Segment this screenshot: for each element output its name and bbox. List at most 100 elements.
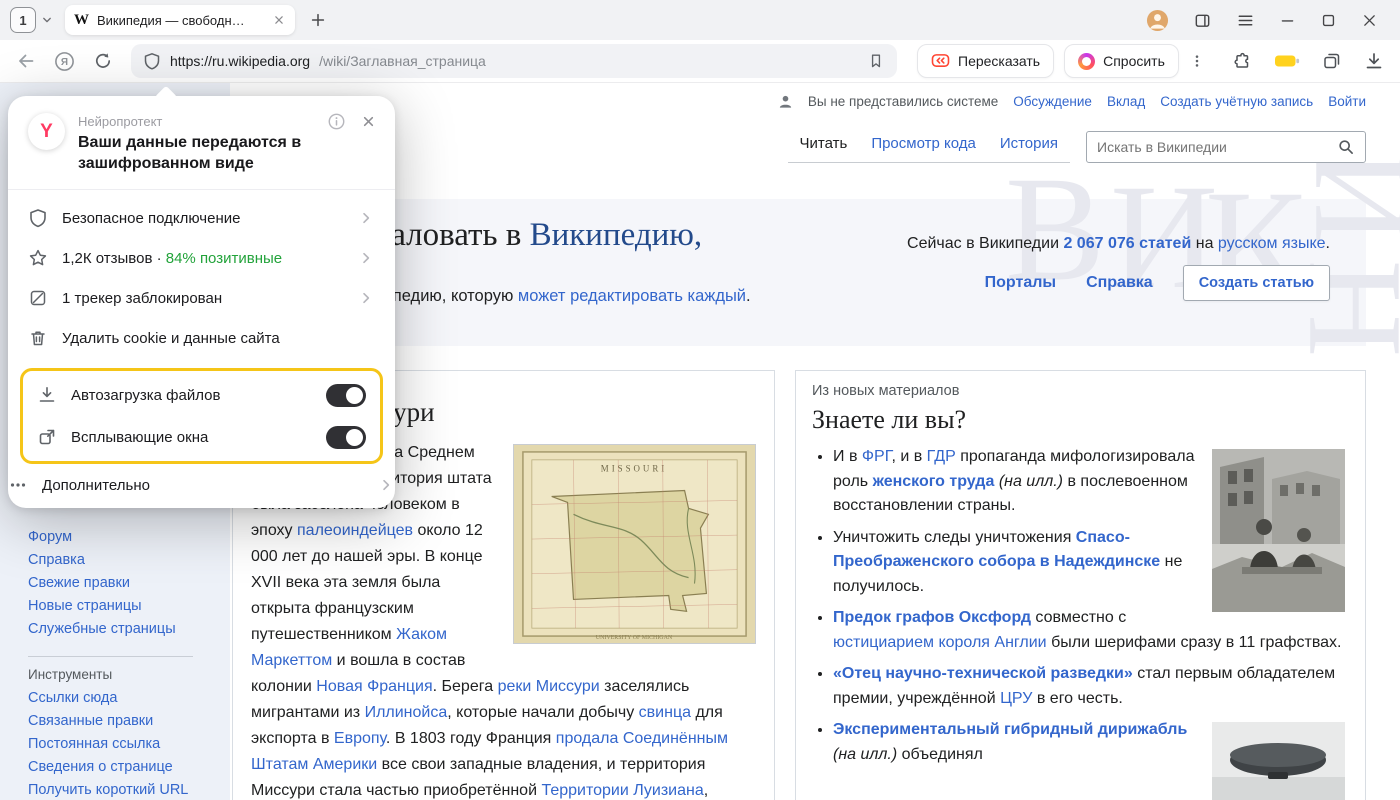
download-icon: [37, 385, 57, 405]
wikipedia-favicon: W: [74, 12, 89, 29]
auto-download-row[interactable]: Автозагрузка файлов: [23, 374, 380, 416]
chevron-down-icon[interactable]: [39, 12, 55, 28]
dyk-item-text: Экспериментальный гибридный дирижабль (н…: [833, 721, 1187, 763]
wiki-link[interactable]: Европу: [334, 730, 386, 747]
wiki-link[interactable]: Иллинойса: [365, 704, 448, 721]
tab-close-icon[interactable]: [272, 13, 286, 27]
sidebar-item-permanent-link[interactable]: Постоянная ссылка: [28, 736, 193, 752]
sidebar-item-page-info[interactable]: Сведения о странице: [28, 759, 193, 775]
tab-read[interactable]: Читать: [788, 129, 860, 162]
text-run: совместно с: [1031, 609, 1126, 626]
text-run: . В 1803 году Франция: [386, 730, 556, 747]
create-article-button[interactable]: Создать статью: [1183, 265, 1330, 301]
create-account-link[interactable]: Создать учётную запись: [1160, 94, 1313, 109]
popup-windows-toggle[interactable]: [326, 426, 366, 449]
retell-button[interactable]: Пересказать: [917, 44, 1054, 78]
sidebar-item-short-url[interactable]: Получить короткий URL: [28, 782, 193, 798]
tab-history[interactable]: История: [988, 129, 1070, 162]
battery-icon[interactable]: [1274, 53, 1300, 69]
contributions-link[interactable]: Вклад: [1107, 94, 1145, 109]
help-link[interactable]: Справка: [1086, 274, 1153, 292]
bookmark-icon[interactable]: [867, 52, 885, 70]
sidebar-item-what-links-here[interactable]: Ссылки сюда: [28, 690, 193, 706]
extensions-icon[interactable]: [1232, 51, 1252, 71]
menu-icon[interactable]: [1236, 11, 1255, 30]
sidebar-item-forum[interactable]: Форум: [28, 529, 193, 545]
text-run: И в: [833, 448, 862, 465]
dyk-photo-rubble: [1212, 449, 1345, 612]
protect-shield-icon[interactable]: [143, 52, 161, 70]
wiki-link[interactable]: свинца: [639, 704, 691, 721]
refresh-icon[interactable]: [93, 51, 113, 71]
downloads-icon[interactable]: [1364, 51, 1384, 71]
tab-groups-icon[interactable]: [1322, 51, 1342, 71]
wiki-link[interactable]: ГДР: [927, 448, 956, 465]
portals-link[interactable]: Порталы: [985, 274, 1056, 292]
wiki-link[interactable]: Территории Луизиана: [541, 782, 703, 799]
wiki-link[interactable]: Новая Франция: [316, 678, 432, 695]
tab-view-source[interactable]: Просмотр кода: [859, 129, 988, 162]
dyk-kicker: Из новых материалов: [812, 383, 1349, 399]
auto-download-toggle[interactable]: [326, 384, 366, 407]
search-icon[interactable]: [1337, 138, 1355, 156]
wiki-link[interactable]: палеоиндейцев: [297, 522, 413, 539]
new-tab-button[interactable]: [309, 11, 327, 29]
reviews-row[interactable]: 1,2К отзывов · 84% позитивные: [8, 238, 395, 278]
retell-label: Пересказать: [958, 53, 1040, 69]
svg-text:UNIVERSITY OF MICHIGAN: UNIVERSITY OF MICHIGAN: [596, 635, 673, 641]
wiki-link[interactable]: русском языке: [1218, 235, 1326, 252]
avatar[interactable]: [1146, 9, 1169, 32]
tracker-blocked-row[interactable]: 1 трекер заблокирован: [8, 278, 395, 318]
address-bar[interactable]: https://ru.wikipedia.org /wiki/Заглавная…: [131, 44, 897, 78]
text-run: Уничтожить следы уничтожения: [833, 529, 1076, 546]
wiki-link[interactable]: женского труда: [873, 473, 995, 490]
wiki-link[interactable]: реки Миссури: [498, 678, 600, 695]
login-link[interactable]: Войти: [1328, 94, 1366, 109]
secure-connection-row[interactable]: Безопасное подключение: [8, 198, 395, 238]
banner-actions: Порталы Справка Создать статью: [985, 265, 1330, 301]
toolbar-kebab-icon[interactable]: [1189, 52, 1205, 70]
more-options-row[interactable]: Дополнительно: [8, 468, 395, 508]
talk-link[interactable]: Обсуждение: [1013, 94, 1092, 109]
window-close-icon[interactable]: [1361, 12, 1378, 29]
sidebar-item-help[interactable]: Справка: [28, 552, 193, 568]
wiki-link[interactable]: Предок графов Оксфорд: [833, 609, 1031, 626]
close-icon[interactable]: [360, 113, 377, 130]
yandex-logo-icon[interactable]: Я: [54, 51, 75, 72]
wiki-link[interactable]: 2 067 076 статей: [1063, 235, 1191, 252]
popup-windows-row[interactable]: Всплывающие окна: [23, 416, 380, 458]
wiki-link[interactable]: «Отец научно-технической разведки»: [833, 665, 1133, 682]
url-path: /wiki/Заглавная_страница: [319, 53, 858, 69]
trash-icon: [28, 328, 48, 348]
text-run: .: [746, 287, 751, 305]
tab-count-badge[interactable]: 1: [10, 7, 36, 33]
wiki-link[interactable]: Экспериментальный гибридный дирижабль: [833, 721, 1187, 738]
clear-cookies-row[interactable]: Удалить cookie и данные сайта: [8, 318, 395, 358]
ask-button[interactable]: Спросить: [1064, 44, 1179, 78]
back-icon[interactable]: [16, 51, 36, 71]
chevron-right-icon: [357, 209, 375, 227]
tab-title: Википедия — свободн…: [97, 13, 264, 28]
shield-icon: [28, 208, 48, 228]
wiki-link[interactable]: юстициарием короля Англии: [833, 634, 1047, 651]
tab-counter-button[interactable]: 1: [10, 7, 55, 33]
text-run: в его честь.: [1032, 690, 1122, 707]
wiki-link[interactable]: может редактировать каждый: [518, 287, 746, 305]
wiki-search-input[interactable]: [1097, 139, 1337, 155]
info-icon[interactable]: [327, 112, 346, 131]
wiki-link[interactable]: ФРГ: [862, 448, 892, 465]
sidebar-item-new-pages[interactable]: Новые страницы: [28, 598, 193, 614]
sidebar-item-special-pages[interactable]: Служебные страницы: [28, 621, 193, 637]
sidebar-item-related-changes[interactable]: Связанные правки: [28, 713, 193, 729]
wiki-search-box[interactable]: [1086, 131, 1366, 163]
protect-headline: Ваши данные передаются в зашифрованном в…: [78, 132, 318, 174]
dyk-photo-airship: [1212, 722, 1345, 800]
window-maximize-icon[interactable]: [1320, 12, 1337, 29]
browser-tab[interactable]: W Википедия — свободн…: [65, 5, 295, 35]
side-panel-icon[interactable]: [1193, 11, 1212, 30]
highlighted-settings-group: Автозагрузка файлов Всплывающие окна: [20, 368, 383, 464]
window-minimize-icon[interactable]: [1279, 12, 1296, 29]
wiki-link[interactable]: ЦРУ: [1000, 690, 1032, 707]
text-run: на: [1191, 235, 1218, 252]
sidebar-item-recent-changes[interactable]: Свежие правки: [28, 575, 193, 591]
